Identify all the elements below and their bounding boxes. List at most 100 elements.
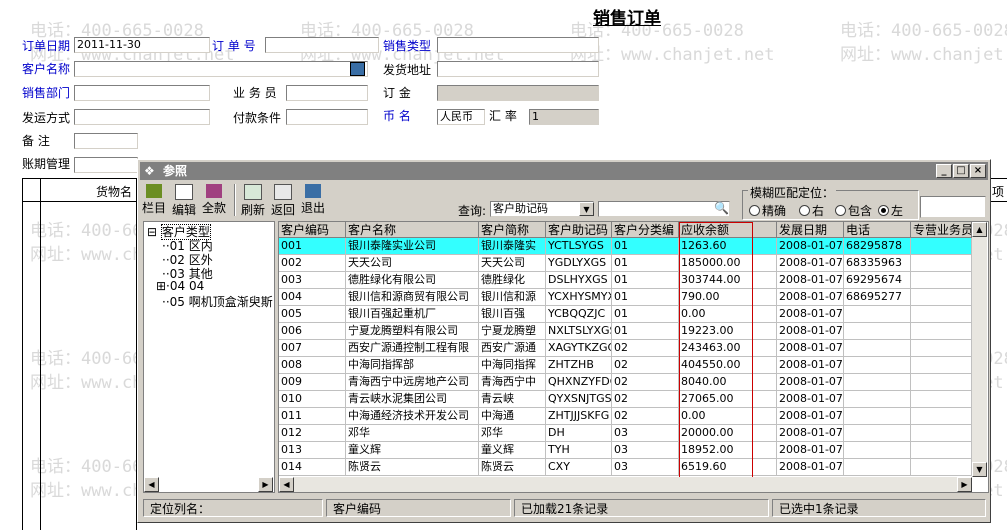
- maximize-button[interactable]: □: [953, 164, 969, 178]
- table-cell[interactable]: [911, 272, 972, 289]
- table-cell[interactable]: [844, 340, 911, 357]
- table-cell[interactable]: 03: [612, 442, 679, 459]
- table-cell[interactable]: 404550.00: [679, 357, 777, 374]
- table-cell[interactable]: YGDLYXGS: [546, 255, 612, 272]
- table-cell[interactable]: [911, 238, 972, 255]
- table-cell[interactable]: ZHTJJJSKFG: [546, 408, 612, 425]
- table-cell[interactable]: [844, 374, 911, 391]
- ship-address-field[interactable]: [437, 61, 599, 77]
- table-cell[interactable]: 银川百强起重机厂: [346, 306, 479, 323]
- query-value-input[interactable]: [598, 201, 730, 217]
- table-cell[interactable]: CXY: [546, 459, 612, 476]
- table-cell[interactable]: 西安广源通: [479, 340, 546, 357]
- radio-contains[interactable]: 包含: [835, 202, 872, 219]
- table-cell[interactable]: 007: [279, 340, 346, 357]
- table-cell[interactable]: 011: [279, 408, 346, 425]
- table-cell[interactable]: [844, 425, 911, 442]
- note-field[interactable]: [74, 133, 138, 149]
- table-cell[interactable]: 2008-01-07: [777, 323, 844, 340]
- table-cell[interactable]: 德胜绿化有限公司: [346, 272, 479, 289]
- grid-column-header[interactable]: 应收余额: [679, 222, 777, 238]
- table-cell[interactable]: [911, 340, 972, 357]
- grid-scroll-down[interactable]: ▼: [972, 462, 987, 477]
- table-cell[interactable]: [911, 255, 972, 272]
- table-cell[interactable]: 童义辉: [479, 442, 546, 459]
- table-cell[interactable]: 2008-01-07: [777, 340, 844, 357]
- table-cell[interactable]: [844, 442, 911, 459]
- table-cell[interactable]: [844, 391, 911, 408]
- table-cell[interactable]: 01: [612, 289, 679, 306]
- radio-exact[interactable]: 精确: [749, 202, 786, 219]
- table-cell[interactable]: [911, 391, 972, 408]
- table-cell[interactable]: 2008-01-07: [777, 306, 844, 323]
- table-cell[interactable]: 19223.00: [679, 323, 777, 340]
- table-cell[interactable]: 银川信和源商贸有限公司: [346, 289, 479, 306]
- table-cell[interactable]: [911, 306, 972, 323]
- table-cell[interactable]: 西安广源通控制工程有限: [346, 340, 479, 357]
- table-cell[interactable]: 02: [612, 391, 679, 408]
- table-cell[interactable]: 69295674: [844, 272, 911, 289]
- table-cell[interactable]: 02: [612, 357, 679, 374]
- table-cell[interactable]: [844, 306, 911, 323]
- table-cell[interactable]: 天天公司: [346, 255, 479, 272]
- table-cell[interactable]: 中海通经济技术开发公司: [346, 408, 479, 425]
- grid-vscroll-track[interactable]: [972, 237, 987, 477]
- table-cell[interactable]: 2008-01-07: [777, 255, 844, 272]
- table-cell[interactable]: 001: [279, 238, 346, 255]
- table-cell[interactable]: NXLTSLYXGS: [546, 323, 612, 340]
- table-cell[interactable]: 邓华: [346, 425, 479, 442]
- table-cell[interactable]: ZHTZHB: [546, 357, 612, 374]
- table-cell[interactable]: 014: [279, 459, 346, 476]
- table-cell[interactable]: 6519.60: [679, 459, 777, 476]
- radio-left[interactable]: 左: [878, 202, 903, 219]
- toolbar-back-button[interactable]: 返回: [269, 184, 297, 218]
- payment-terms-field[interactable]: [286, 109, 368, 125]
- grid-scroll-right[interactable]: ▶: [957, 477, 972, 492]
- salesman-field[interactable]: [286, 85, 368, 101]
- minimize-button[interactable]: _: [936, 164, 952, 178]
- table-cell[interactable]: 青云峡水泥集团公司: [346, 391, 479, 408]
- search-icon[interactable]: 🔍: [714, 202, 729, 215]
- table-cell[interactable]: 2008-01-07: [777, 238, 844, 255]
- toolbar-columns-button[interactable]: 栏目: [140, 184, 168, 216]
- ship-method-field[interactable]: [74, 109, 210, 125]
- table-cell[interactable]: 1263.60: [679, 238, 777, 255]
- table-cell[interactable]: 012: [279, 425, 346, 442]
- table-cell[interactable]: QYXSNJTGS: [546, 391, 612, 408]
- table-cell[interactable]: 02: [612, 408, 679, 425]
- table-cell[interactable]: 01: [612, 323, 679, 340]
- order-date-field[interactable]: 2011-11-30: [74, 37, 210, 53]
- table-cell[interactable]: 陈贤云: [479, 459, 546, 476]
- sales-dept-field[interactable]: [74, 85, 210, 101]
- currency-field[interactable]: 人民币: [437, 109, 485, 125]
- table-cell[interactable]: [911, 323, 972, 340]
- table-cell[interactable]: [911, 459, 972, 476]
- table-cell[interactable]: DH: [546, 425, 612, 442]
- table-cell[interactable]: 宁夏龙腾塑料有限公司: [346, 323, 479, 340]
- table-cell[interactable]: [844, 357, 911, 374]
- table-cell[interactable]: 01: [612, 255, 679, 272]
- table-cell[interactable]: 010: [279, 391, 346, 408]
- table-cell[interactable]: 银川泰隆实: [479, 238, 546, 255]
- tree-scroll-left[interactable]: ◀: [144, 477, 159, 492]
- customer-lookup-icon[interactable]: [350, 62, 365, 76]
- grid-column-header[interactable]: 发展日期: [777, 222, 844, 238]
- grid-scroll-up[interactable]: ▲: [972, 222, 987, 237]
- table-cell[interactable]: 2008-01-07: [777, 425, 844, 442]
- toolbar-all-button[interactable]: 全款: [200, 184, 228, 216]
- grid-scroll-left[interactable]: ◀: [279, 477, 294, 492]
- table-cell[interactable]: 68695277: [844, 289, 911, 306]
- table-cell[interactable]: 03: [612, 459, 679, 476]
- table-cell[interactable]: [911, 357, 972, 374]
- table-cell[interactable]: 银川泰隆实业公司: [346, 238, 479, 255]
- table-cell[interactable]: [911, 442, 972, 459]
- tree-scroll-right[interactable]: ▶: [258, 477, 273, 492]
- table-cell[interactable]: 2008-01-07: [777, 272, 844, 289]
- table-cell[interactable]: 银川百强: [479, 306, 546, 323]
- table-cell[interactable]: 009: [279, 374, 346, 391]
- table-cell[interactable]: 004: [279, 289, 346, 306]
- table-cell[interactable]: [911, 425, 972, 442]
- table-cell[interactable]: [844, 459, 911, 476]
- table-cell[interactable]: 0.00: [679, 408, 777, 425]
- order-no-field[interactable]: [265, 37, 379, 53]
